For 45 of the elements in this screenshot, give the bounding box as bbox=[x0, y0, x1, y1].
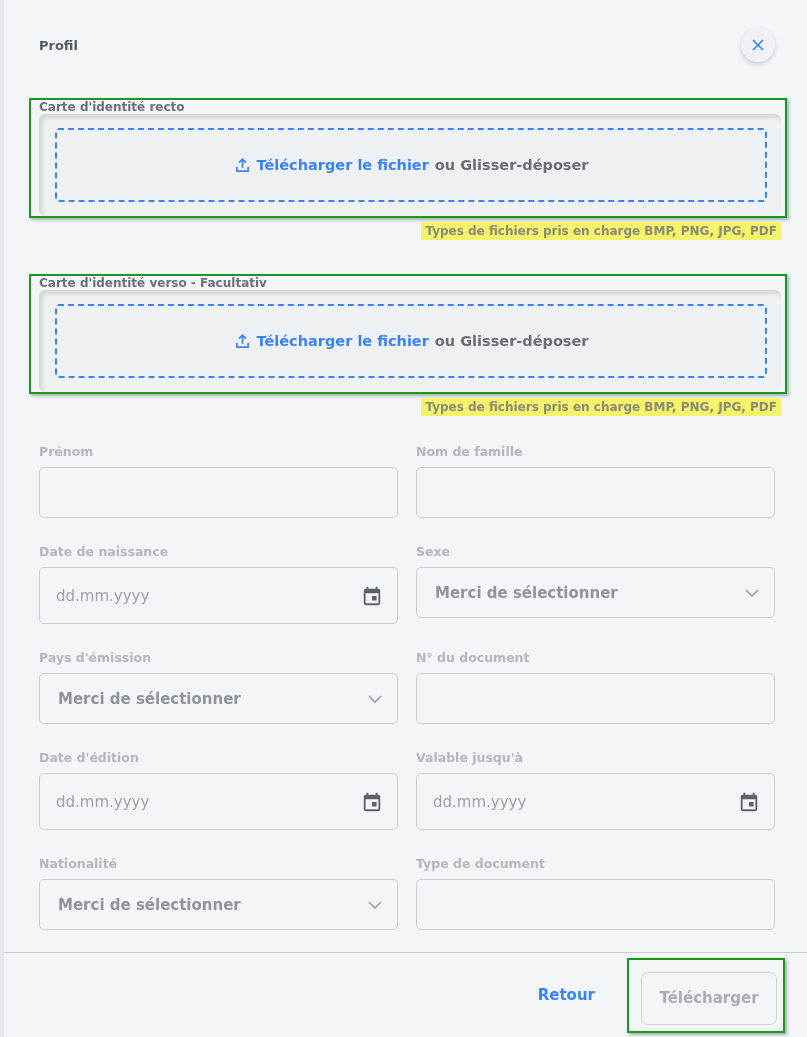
text-field[interactable] bbox=[416, 467, 775, 518]
upload-icon bbox=[233, 332, 251, 350]
upload-link[interactable]: Télécharger le fichier bbox=[256, 333, 429, 349]
field-label: Date d'édition bbox=[39, 750, 140, 765]
field-label: Pays d'émission bbox=[39, 650, 153, 665]
close-button[interactable] bbox=[741, 28, 775, 62]
chevron-down-icon bbox=[367, 693, 383, 704]
file-types-hint: Types de fichiers pris en charge BMP, PNG, JPG, PDF bbox=[421, 222, 781, 240]
field-label: Sexe bbox=[416, 544, 452, 559]
calendar-icon[interactable] bbox=[361, 790, 383, 813]
field-label: Nom de famille bbox=[416, 444, 524, 459]
upload-link[interactable]: Télécharger le fichier bbox=[256, 157, 429, 173]
drop-zone[interactable]: Télécharger le fichier ou Glisser-déposer bbox=[55, 128, 767, 202]
text-field[interactable] bbox=[416, 879, 775, 930]
field-label: Prénom bbox=[39, 444, 95, 459]
dialog-title: Profil bbox=[39, 37, 78, 53]
upload-label: Carte d'identité recto bbox=[39, 100, 186, 114]
field-label: Nationalité bbox=[39, 856, 119, 871]
field-label: N° du document bbox=[416, 650, 531, 665]
select-field[interactable]: Merci de sélectionner bbox=[416, 567, 775, 618]
select-field[interactable]: Merci de sélectionner bbox=[39, 879, 398, 930]
upload-label: Carte d'identité verso - Facultativ bbox=[39, 276, 268, 290]
date-field[interactable]: dd.mm.yyyy bbox=[416, 773, 775, 830]
text-field[interactable] bbox=[416, 673, 775, 724]
placeholder-text: dd.mm.yyyy bbox=[56, 586, 151, 605]
calendar-icon[interactable] bbox=[361, 584, 383, 607]
close-icon bbox=[752, 39, 764, 51]
chevron-down-icon bbox=[367, 899, 383, 910]
chevron-down-icon bbox=[744, 587, 760, 598]
drop-zone[interactable]: Télécharger le fichier ou Glisser-déposer bbox=[55, 304, 767, 378]
upload-icon bbox=[233, 156, 251, 174]
field-label: Type de document bbox=[416, 856, 546, 871]
text-field[interactable] bbox=[39, 467, 398, 518]
drag-drop-text: ou Glisser-déposer bbox=[434, 157, 589, 173]
date-field[interactable]: dd.mm.yyyy bbox=[39, 567, 398, 624]
file-types-hint: Types de fichiers pris en charge BMP, PNG, JPG, PDF bbox=[421, 398, 781, 416]
field-label: Valable jusqu'à bbox=[416, 750, 524, 765]
calendar-icon[interactable] bbox=[738, 790, 760, 813]
placeholder-text: dd.mm.yyyy bbox=[433, 792, 528, 811]
date-field[interactable]: dd.mm.yyyy bbox=[39, 773, 398, 830]
select-field[interactable]: Merci de sélectionner bbox=[39, 673, 398, 724]
back-link[interactable]: Retour bbox=[537, 986, 595, 1004]
placeholder-text: dd.mm.yyyy bbox=[56, 792, 151, 811]
field-label: Date de naissance bbox=[39, 544, 170, 559]
drag-drop-text: ou Glisser-déposer bbox=[434, 333, 589, 349]
